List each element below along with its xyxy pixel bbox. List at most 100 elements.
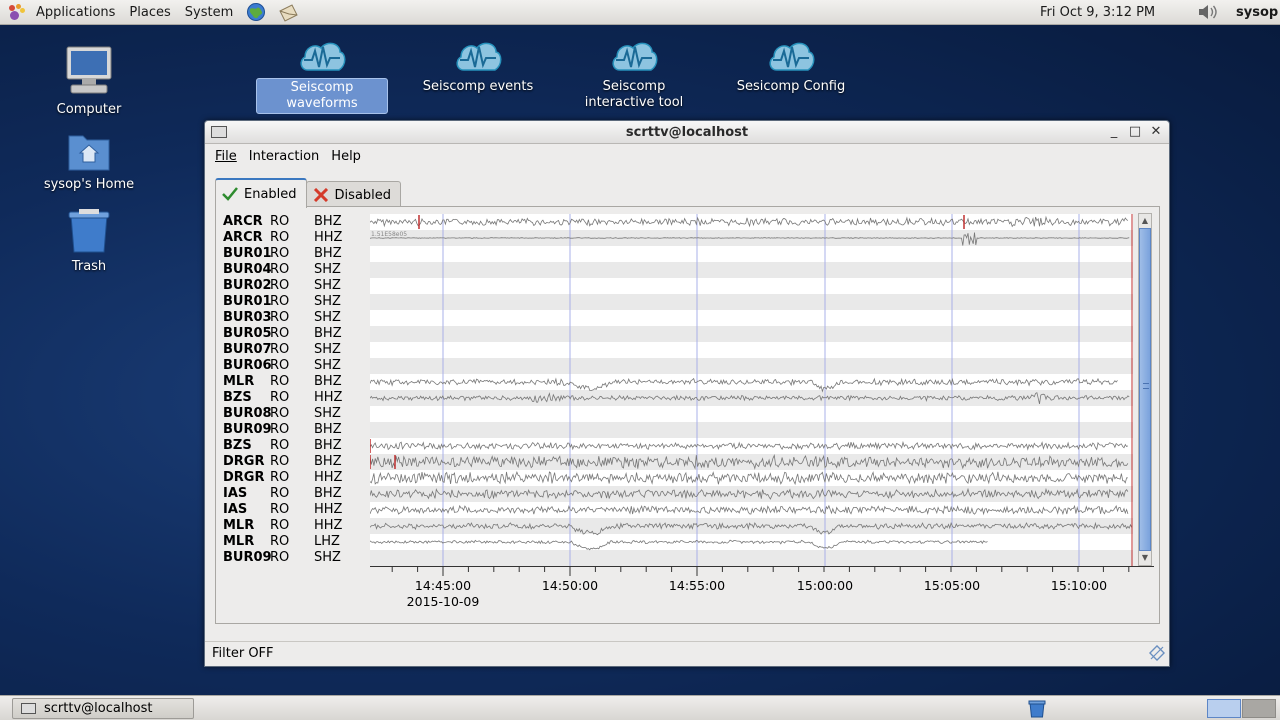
window-titlebar[interactable]: scrttv@localhost _ □ ✕ [205, 121, 1169, 144]
trace-row-band [370, 422, 1133, 438]
trace-row-band [370, 486, 1133, 502]
tab-disabled[interactable]: Disabled [305, 181, 402, 208]
user-menu[interactable]: sysop [1236, 5, 1278, 20]
waveform-plot[interactable]: 1.51E58e05 [370, 214, 1133, 566]
trash-applet-icon[interactable] [1028, 699, 1046, 718]
trace-station: BUR07 [223, 342, 272, 357]
desktop-icon-label: sysop's Home [43, 177, 135, 192]
taskbar-label: scrttv@localhost [44, 701, 153, 716]
trace-label-row[interactable]: ARCR RO BHZ [218, 214, 368, 230]
desktop-icon-label: Computer [56, 102, 122, 117]
status-bar: Filter OFF [205, 641, 1169, 665]
trace-station: BUR06 [223, 358, 272, 373]
trace-label-row[interactable]: BUR01 RO BHZ [218, 246, 368, 262]
trace-label-row[interactable]: BUR09 RO SHZ [218, 550, 368, 566]
trace-label-row[interactable]: BUR02 RO SHZ [218, 278, 368, 294]
launcher-label: Seiscomp events [422, 79, 534, 94]
scroll-thumb[interactable] [1139, 228, 1151, 551]
desktop-icon-trash[interactable]: Trash [34, 209, 144, 276]
menu-system[interactable]: System [178, 5, 240, 20]
trace-station: ARCR [223, 230, 263, 245]
scroll-up-arrow[interactable]: ▲ [1139, 214, 1151, 228]
desktop-icon-home[interactable]: sysop's Home [34, 130, 144, 194]
trace-row-band [370, 310, 1133, 326]
trace-network: RO [270, 534, 290, 549]
menu-places[interactable]: Places [122, 5, 177, 20]
web-browser-icon[interactable] [245, 2, 267, 22]
trace-station: BUR03 [223, 310, 272, 325]
trace-label-row[interactable]: BUR06 RO SHZ [218, 358, 368, 374]
trace-label-row[interactable]: MLR RO BHZ [218, 374, 368, 390]
trace-network: RO [270, 438, 290, 453]
minimize-button[interactable]: _ [1105, 123, 1123, 141]
trace-row-band [370, 326, 1133, 342]
trace-label-row[interactable]: DRGR RO BHZ [218, 454, 368, 470]
trace-channel: SHZ [314, 550, 341, 565]
trace-label-row[interactable]: BUR07 RO SHZ [218, 342, 368, 358]
trace-label-row[interactable]: BUR09 RO BHZ [218, 422, 368, 438]
trace-channel: HHZ [314, 390, 343, 405]
trace-row-band [370, 262, 1133, 278]
gnome-foot-icon[interactable] [7, 3, 27, 21]
desktop-icon-computer[interactable]: Computer [34, 45, 144, 119]
menu-interaction-label: Interaction [248, 148, 320, 164]
time-tick-label: 15:10:00 [1050, 578, 1108, 593]
trace-channel: SHZ [314, 310, 341, 325]
workspace-2[interactable] [1242, 699, 1276, 718]
trace-channel: HHZ [314, 230, 343, 245]
mail-client-icon[interactable] [277, 2, 299, 22]
tab-enabled[interactable]: Enabled [215, 178, 307, 208]
trace-label-row[interactable]: BZS RO BHZ [218, 438, 368, 454]
trace-station: ARCR [223, 214, 263, 229]
trace-network: RO [270, 550, 290, 565]
launcher-seiscomp-config[interactable]: Sesicomp Config [727, 40, 855, 96]
trace-network: RO [270, 214, 290, 229]
workspace-1[interactable] [1207, 699, 1241, 718]
taskbar-button-scrttv[interactable]: scrttv@localhost [12, 698, 194, 719]
trace-label-row[interactable]: BZS RO HHZ [218, 390, 368, 406]
trace-label-row[interactable]: BUR08 RO SHZ [218, 406, 368, 422]
trace-channel: SHZ [314, 342, 341, 357]
trace-label-row[interactable]: MLR RO LHZ [218, 534, 368, 550]
trace-station: BUR02 [223, 278, 272, 293]
window-menubar: File Interaction Help [205, 144, 1169, 168]
trace-row-band [370, 358, 1133, 374]
top-panel: Applications Places System Fri Oct 9, 3:… [0, 0, 1280, 25]
trace-label-row[interactable]: DRGR RO HHZ [218, 470, 368, 486]
connection-status-icon [1148, 644, 1166, 662]
maximize-button[interactable]: □ [1126, 123, 1144, 141]
launcher-seiscomp-events[interactable]: Seiscomp events [414, 40, 542, 96]
volume-icon[interactable] [1197, 3, 1219, 21]
launcher-seiscomp-waveforms[interactable]: Seiscomp waveforms [256, 40, 388, 114]
filter-status: Filter OFF [212, 646, 274, 661]
trace-network: RO [270, 374, 290, 389]
menu-help[interactable]: Help [325, 149, 367, 164]
trace-scrollbar[interactable]: ▲ ▼ [1138, 213, 1152, 566]
trace-station: MLR [223, 518, 255, 533]
trace-label-row[interactable]: BUR03 RO SHZ [218, 310, 368, 326]
menu-applications[interactable]: Applications [29, 5, 122, 20]
trace-label-row[interactable]: IAS RO HHZ [218, 502, 368, 518]
trace-station: IAS [223, 486, 248, 501]
trace-station: DRGR [223, 454, 265, 469]
time-tick-label: 14:45:00 [414, 578, 472, 593]
launcher-seiscomp-interactive-tool[interactable]: Seiscomp interactive tool [570, 40, 698, 112]
trace-network: RO [270, 518, 290, 533]
window-title: scrttv@localhost [625, 125, 749, 140]
trace-channel: BHZ [314, 326, 342, 341]
trace-label-row[interactable]: BUR04 RO SHZ [218, 262, 368, 278]
trace-row-band [370, 278, 1133, 294]
menu-file[interactable]: File [209, 149, 243, 164]
trace-row-band [370, 470, 1133, 486]
clock[interactable]: Fri Oct 9, 3:12 PM [1040, 5, 1155, 20]
close-button[interactable]: ✕ [1147, 123, 1165, 141]
scroll-down-arrow[interactable]: ▼ [1139, 551, 1151, 565]
trace-label-row[interactable]: ARCR RO HHZ [218, 230, 368, 246]
desktop-icon-label: Trash [71, 259, 107, 274]
trace-network: RO [270, 406, 290, 421]
trace-label-row[interactable]: BUR05 RO BHZ [218, 326, 368, 342]
trace-label-row[interactable]: IAS RO BHZ [218, 486, 368, 502]
trace-label-row[interactable]: MLR RO HHZ [218, 518, 368, 534]
menu-interaction[interactable]: Interaction [243, 149, 326, 164]
trace-label-row[interactable]: BUR01 RO SHZ [218, 294, 368, 310]
